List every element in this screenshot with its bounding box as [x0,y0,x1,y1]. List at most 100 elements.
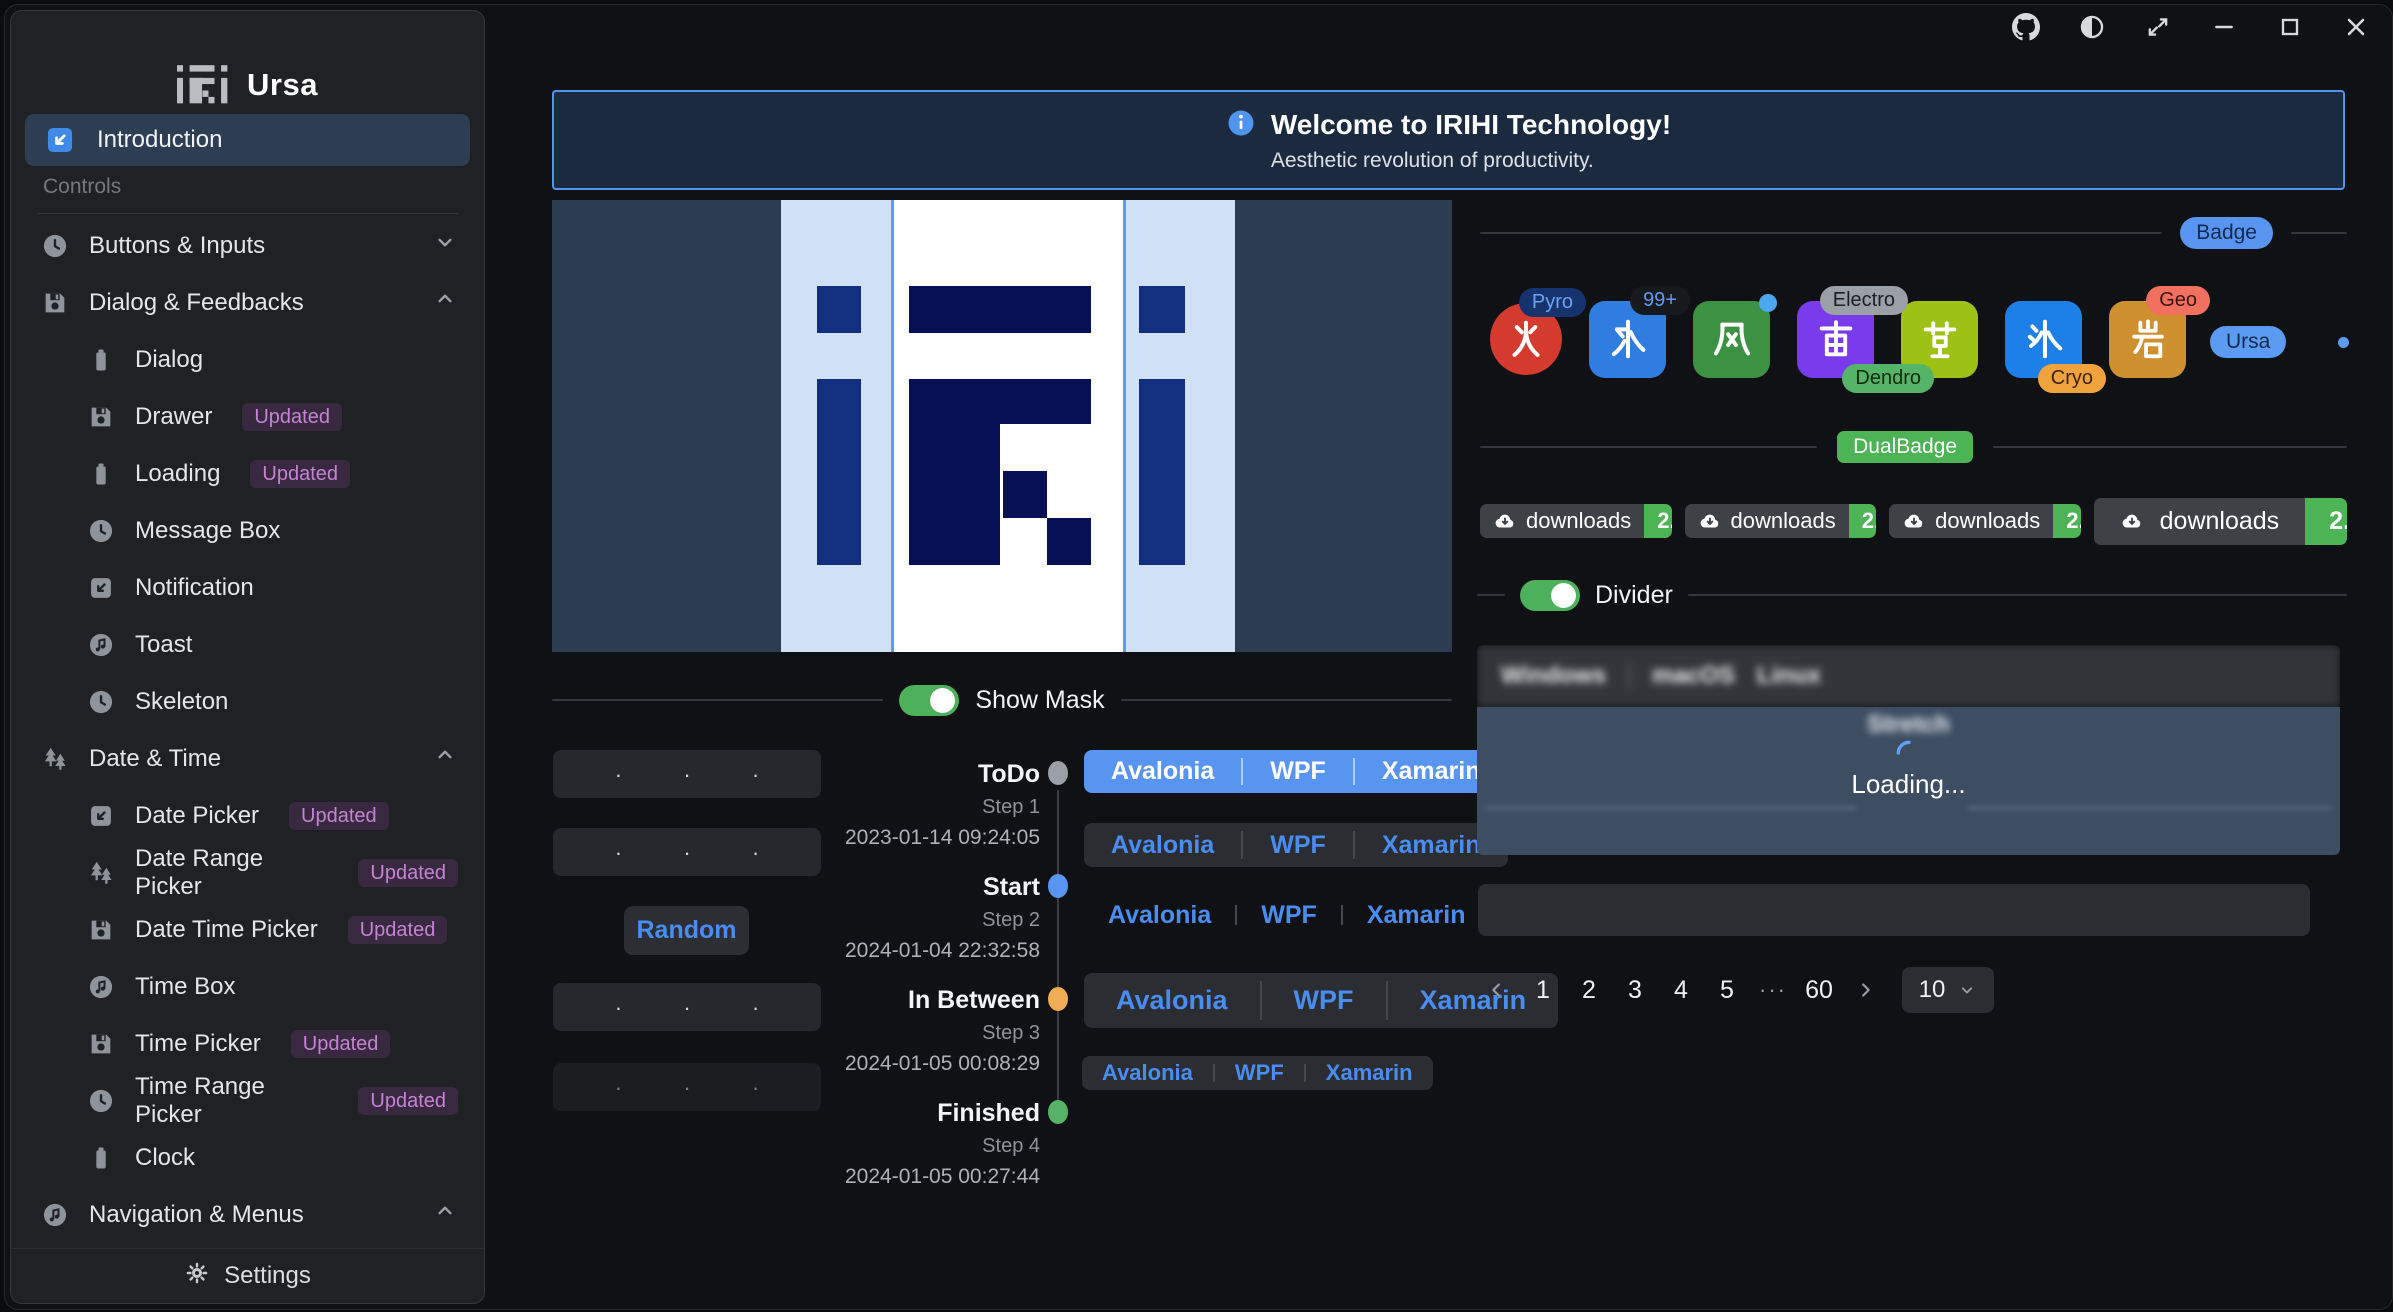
sidebar-item-drawer[interactable]: DrawerUpdated [11,388,484,445]
sidebar-item-dialog-feedbacks[interactable]: Dialog & Feedbacks [11,274,484,331]
step-subtitle: Step 2 [790,909,1040,932]
updated-badge: Updated [250,460,350,488]
chevron-up-icon [432,742,458,775]
settings-label: Settings [224,1262,311,1290]
sidebar-item-label: Date Picker [135,802,259,830]
logo-pixel-block [1003,471,1047,518]
sidebar-item-time-range-picker[interactable]: Time Range PickerUpdated [11,1072,484,1129]
downloads-badge[interactable]: downloads2.4k [2094,498,2347,545]
sidebar-item-date-time[interactable]: Date & Time [11,730,484,787]
fullscreen-icon[interactable] [2143,12,2173,42]
button-avalonia[interactable]: Avalonia [1084,897,1235,933]
show-mask-toggle[interactable] [899,685,959,716]
button-avalonia[interactable]: Avalonia [1082,1056,1213,1090]
sidebar-item-message-box[interactable]: Message Box [11,502,484,559]
welcome-banner: Welcome to IRIHI Technology! Aesthetic r… [552,90,2345,190]
tab-windows[interactable]: Windows [1501,662,1606,690]
sidebar-item-time-box[interactable]: Time Box [11,958,484,1015]
github-icon[interactable] [2011,12,2041,42]
empty-textbox[interactable] [1478,884,2310,936]
floppy-icon [87,1030,115,1058]
divider-toggle[interactable] [1520,580,1580,611]
pagination-next-button[interactable] [1842,968,1888,1012]
downloads-badge[interactable]: downloads2.4k [1480,504,1672,538]
sidebar-item-time-picker[interactable]: Time PickerUpdated [11,1015,484,1072]
sidebar-item-label: Dialog & Feedbacks [89,289,304,317]
badge-99: 99+ [1630,286,1690,315]
sidebar-item-date-picker[interactable]: Date PickerUpdated [11,787,484,844]
gear-icon [184,1260,210,1293]
pagination-page-4[interactable]: 4 [1658,968,1704,1012]
sidebar-item-date-time-picker[interactable]: Date Time PickerUpdated [11,901,484,958]
button-avalonia[interactable]: Avalonia [1084,973,1260,1028]
edit-icon [87,802,115,830]
minimize-icon[interactable] [2209,12,2239,42]
floppy-icon [87,916,115,944]
pagination-page-1[interactable]: 1 [1520,968,1566,1012]
downloads-badge[interactable]: downloads2.4k [1685,504,1877,538]
pagination-page-3[interactable]: 3 [1612,968,1658,1012]
sidebar-item-skeleton[interactable]: Skeleton [11,673,484,730]
button-wpf[interactable]: WPF [1243,823,1353,867]
close-icon[interactable] [2341,12,2371,42]
clock-icon [87,688,115,716]
button-wpf[interactable]: WPF [1243,750,1353,793]
divider-line [1688,594,2347,596]
step-subtitle: Step 3 [790,1022,1040,1045]
dualbadge-header-pill: DualBadge [1837,431,1973,463]
pagination-ellipsis[interactable]: ··· [1750,968,1796,1012]
logo-pixel-block [1139,379,1185,565]
step-title: In Between [790,986,1040,1015]
titlebar [2011,12,2371,42]
sidebar-item-loading[interactable]: LoadingUpdated [11,445,484,502]
pagination-page-5[interactable]: 5 [1704,968,1750,1012]
logo-pixel-block [1047,518,1091,565]
button-avalonia[interactable]: Avalonia [1084,750,1241,793]
random-button[interactable]: Random [624,906,749,955]
sidebar-item-introduction[interactable]: Introduction [25,114,470,166]
date-picker-input[interactable]: ... [553,983,821,1031]
logo-pixel-block [817,286,861,333]
pagination-page-60[interactable]: 60 [1796,968,1842,1012]
logo-pixel-block [817,379,861,565]
banner-title: Welcome to IRIHI Technology! [1271,109,1671,141]
sidebar-item-navigation-menus[interactable]: Navigation & Menus [11,1186,484,1243]
step-time: 2024-01-05 00:08:29 [760,1052,1040,1076]
logo-pixel-block [1139,286,1185,333]
maximize-icon[interactable] [2275,12,2305,42]
sidebar-item-date-range-picker[interactable]: Date Range PickerUpdated [11,844,484,901]
sidebar-item-toast[interactable]: Toast [11,616,484,673]
sidebar-item-buttons-inputs[interactable]: Buttons & Inputs [11,217,484,274]
badge-pyro: Pyro [1519,288,1586,317]
logo-stripe [1235,200,1452,652]
button-wpf[interactable]: WPF [1262,973,1386,1028]
sidebar-item-notification[interactable]: Notification [11,559,484,616]
pagination-page-2[interactable]: 2 [1566,968,1612,1012]
sidebar-item-dialog[interactable]: Dialog [11,331,484,388]
sidebar-item-label: Date Range Picker [135,845,328,901]
button-xamarin[interactable]: Xamarin [1343,897,1490,933]
pagination-prev-button[interactable] [1474,968,1520,1012]
divider-line [1480,446,1817,448]
downloads-badge-count: 2.4k [1849,504,1876,538]
date-picker-input[interactable]: ... [553,750,821,798]
step-status-dot [1048,1100,1068,1124]
loading-card-tabs: Windows macOS Linux [1477,645,2340,707]
downloads-badge[interactable]: downloads2.4k [1889,504,2081,538]
button-wpf[interactable]: WPF [1215,1056,1304,1090]
trees-icon [41,745,69,773]
button-avalonia[interactable]: Avalonia [1084,823,1241,867]
sidebar-item-label: Time Range Picker [135,1073,328,1129]
button-xamarin[interactable]: Xamarin [1306,1056,1433,1090]
settings-button[interactable]: Settings [11,1248,484,1303]
page-size-select[interactable]: 10 [1902,967,1994,1013]
button-group: AvaloniaWPFXamarin [1084,823,1508,867]
theme-toggle-icon[interactable] [2077,12,2107,42]
sidebar-item-clock[interactable]: Clock [11,1129,484,1186]
tab-linux[interactable]: Linux [1757,662,1821,690]
trees-icon [87,859,115,887]
step-status-dot [1048,761,1068,785]
chevron-up-icon [432,1198,458,1231]
button-wpf[interactable]: WPF [1237,897,1341,933]
tab-macos[interactable]: macOS [1652,662,1735,690]
